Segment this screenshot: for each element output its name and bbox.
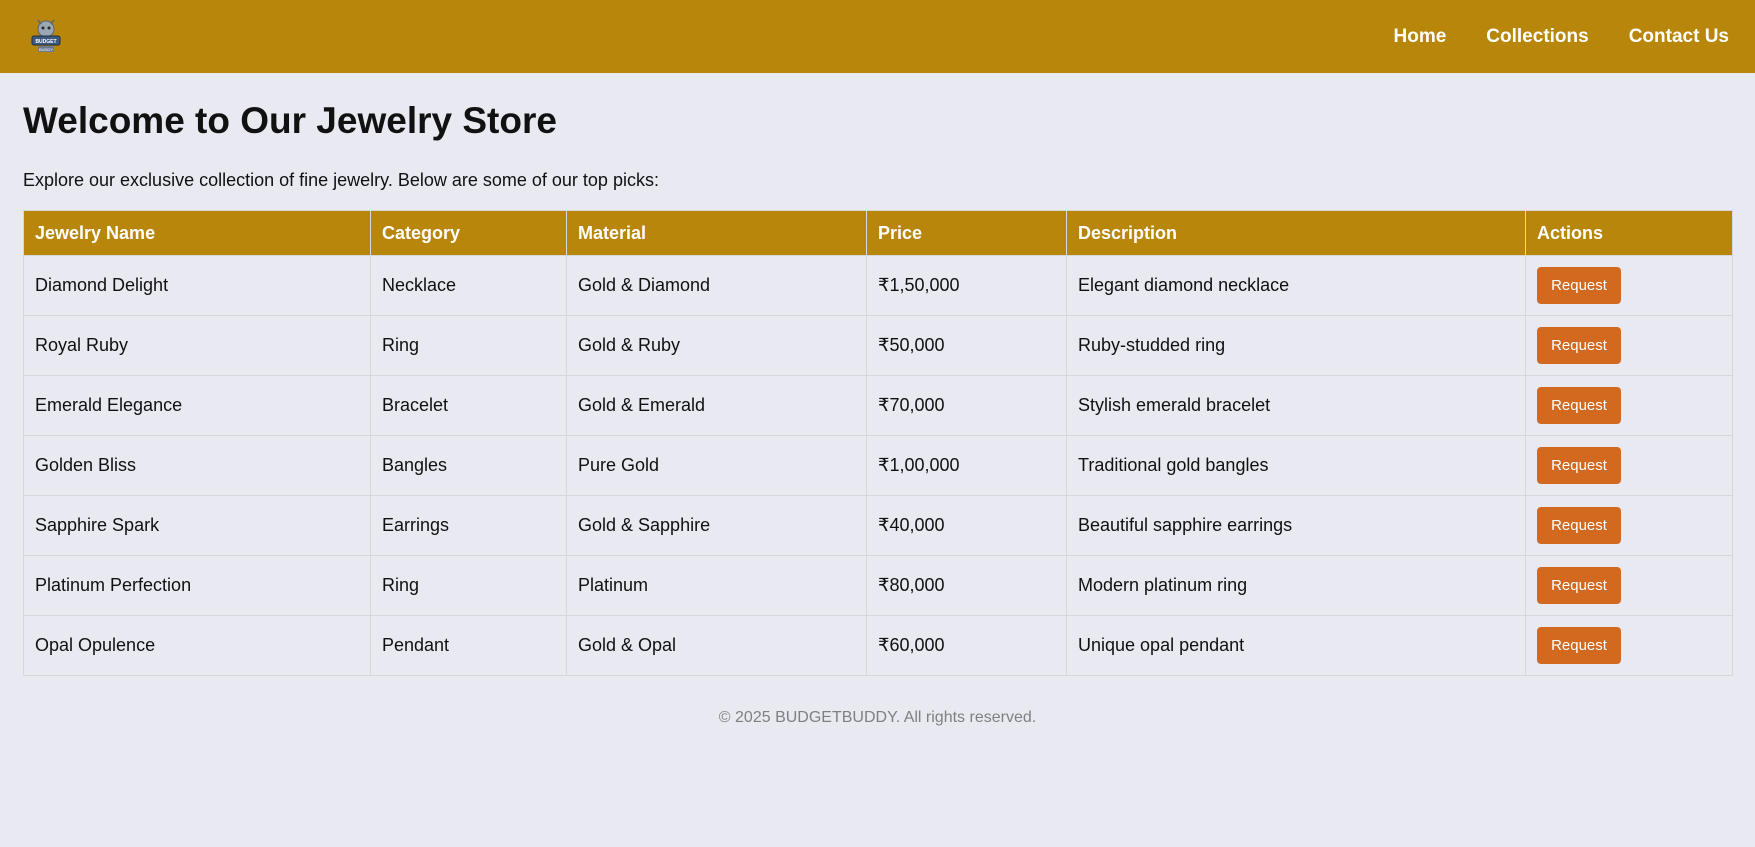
navbar: BUDGET BUDDY Home Collections Contact Us xyxy=(0,0,1755,73)
cell-description: Elegant diamond necklace xyxy=(1066,255,1526,316)
request-button[interactable]: Request xyxy=(1537,267,1621,304)
cell-category: Bangles xyxy=(370,435,567,496)
cell-name: Royal Ruby xyxy=(23,315,371,376)
cell-category: Bracelet xyxy=(370,375,567,436)
cell-name: Sapphire Spark xyxy=(23,495,371,556)
cell-material: Gold & Ruby xyxy=(566,315,867,376)
cell-price: ₹50,000 xyxy=(866,315,1067,376)
nav-links: Home Collections Contact Us xyxy=(1354,26,1730,48)
cell-actions: Request xyxy=(1525,255,1733,316)
cell-actions: Request xyxy=(1525,435,1733,496)
header-category: Category xyxy=(370,210,567,256)
request-button[interactable]: Request xyxy=(1537,387,1621,424)
nav-link-collections[interactable]: Collections xyxy=(1486,26,1588,48)
cell-name: Golden Bliss xyxy=(23,435,371,496)
intro-text: Explore our exclusive collection of fine… xyxy=(23,170,659,190)
cell-description: Traditional gold bangles xyxy=(1066,435,1526,496)
table-row: Emerald Elegance Bracelet Gold & Emerald… xyxy=(23,375,1733,436)
cell-description: Stylish emerald bracelet xyxy=(1066,375,1526,436)
table-row: Opal Opulence Pendant Gold & Opal ₹60,00… xyxy=(23,615,1733,676)
cell-material: Platinum xyxy=(566,555,867,616)
request-button[interactable]: Request xyxy=(1537,447,1621,484)
cell-name: Platinum Perfection xyxy=(23,555,371,616)
jewelry-table: Jewelry Name Category Material Price Des… xyxy=(23,210,1733,676)
cell-name: Opal Opulence xyxy=(23,615,371,676)
cell-description: Ruby-studded ring xyxy=(1066,315,1526,376)
svg-text:BUDGET: BUDGET xyxy=(35,39,56,45)
table-header-row: Jewelry Name Category Material Price Des… xyxy=(23,210,1733,256)
header-material: Material xyxy=(566,210,867,256)
table-row: Sapphire Spark Earrings Gold & Sapphire … xyxy=(23,495,1733,556)
cell-name: Emerald Elegance xyxy=(23,375,371,436)
table-row: Golden Bliss Bangles Pure Gold ₹1,00,000… xyxy=(23,435,1733,496)
table-row: Royal Ruby Ring Gold & Ruby ₹50,000 Ruby… xyxy=(23,315,1733,376)
nav-link-home[interactable]: Home xyxy=(1394,26,1447,48)
table-row: Platinum Perfection Ring Platinum ₹80,00… xyxy=(23,555,1733,616)
cell-category: Ring xyxy=(370,315,567,376)
cell-price: ₹1,50,000 xyxy=(866,255,1067,316)
cell-category: Earrings xyxy=(370,495,567,556)
cell-price: ₹1,00,000 xyxy=(866,435,1067,496)
cell-material: Pure Gold xyxy=(566,435,867,496)
header-price: Price xyxy=(866,210,1067,256)
request-button[interactable]: Request xyxy=(1537,507,1621,544)
cell-price: ₹60,000 xyxy=(866,615,1067,676)
cell-description: Unique opal pendant xyxy=(1066,615,1526,676)
cell-category: Pendant xyxy=(370,615,567,676)
cell-price: ₹70,000 xyxy=(866,375,1067,436)
cell-category: Ring xyxy=(370,555,567,616)
header-actions: Actions xyxy=(1525,210,1733,256)
cell-actions: Request xyxy=(1525,495,1733,556)
cell-description: Modern platinum ring xyxy=(1066,555,1526,616)
cell-actions: Request xyxy=(1525,615,1733,676)
cell-description: Beautiful sapphire earrings xyxy=(1066,495,1526,556)
cell-actions: Request xyxy=(1525,555,1733,616)
main-content: Welcome to Our Jewelry Store Explore our… xyxy=(0,97,1755,727)
request-button[interactable]: Request xyxy=(1537,327,1621,364)
table-row: Diamond Delight Necklace Gold & Diamond … xyxy=(23,255,1733,316)
cell-material: Gold & Sapphire xyxy=(566,495,867,556)
budget-buddy-logo-icon[interactable]: BUDGET BUDDY xyxy=(26,17,66,57)
cell-material: Gold & Opal xyxy=(566,615,867,676)
cell-material: Gold & Emerald xyxy=(566,375,867,436)
cell-category: Necklace xyxy=(370,255,567,316)
header-jewelry-name: Jewelry Name xyxy=(23,210,371,256)
page-title: Welcome to Our Jewelry Store xyxy=(23,100,557,141)
cell-actions: Request xyxy=(1525,315,1733,376)
nav-link-contact-us[interactable]: Contact Us xyxy=(1629,26,1729,48)
cell-price: ₹40,000 xyxy=(866,495,1067,556)
header-description: Description xyxy=(1066,210,1526,256)
request-button[interactable]: Request xyxy=(1537,567,1621,604)
request-button[interactable]: Request xyxy=(1537,627,1621,664)
cell-material: Gold & Diamond xyxy=(566,255,867,316)
cell-actions: Request xyxy=(1525,375,1733,436)
cell-name: Diamond Delight xyxy=(23,255,371,316)
svg-text:BUDDY: BUDDY xyxy=(39,47,53,52)
footer-copyright: © 2025 BUDGETBUDDY. All rights reserved. xyxy=(718,709,1037,726)
cell-price: ₹80,000 xyxy=(866,555,1067,616)
